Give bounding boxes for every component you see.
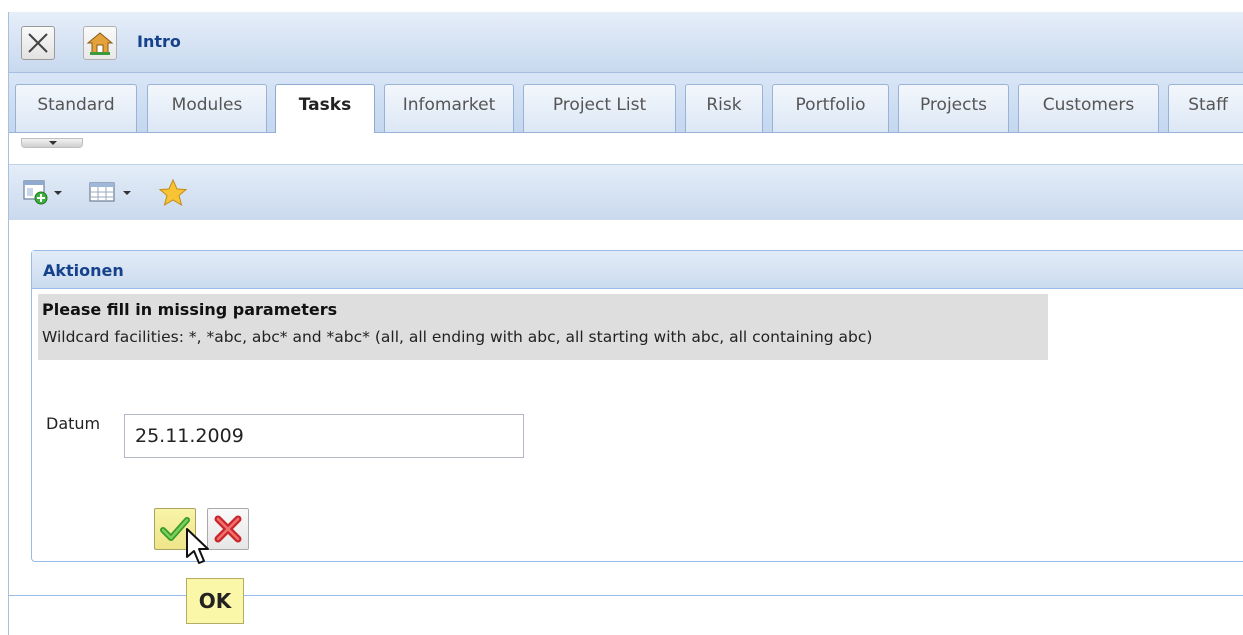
parameters-notice: Please fill in missing parameters Wildca…: [38, 294, 1048, 360]
cancel-x-icon: [214, 515, 242, 543]
mouse-cursor-icon: [186, 528, 209, 564]
panel-header: Aktionen: [32, 251, 1243, 289]
close-icon: [28, 33, 48, 53]
tab-portfolio[interactable]: Portfolio: [772, 84, 889, 132]
home-button[interactable]: [83, 26, 117, 60]
title-bar: Intro: [9, 12, 1243, 73]
tab-staff[interactable]: Staff: [1168, 84, 1243, 132]
favorite-star-icon: [158, 178, 188, 207]
collapse-toggle[interactable]: [21, 138, 83, 148]
tab-infomarket[interactable]: Infomarket: [384, 84, 514, 132]
actions-panel: Aktionen Please fill in missing paramete…: [31, 250, 1243, 562]
add-layout-menu[interactable]: [21, 177, 65, 209]
favorite-button[interactable]: [157, 177, 189, 209]
notice-text: Wildcard facilities: *, *abc, abc* and *…: [42, 328, 873, 346]
date-field-label: Datum: [46, 414, 101, 433]
tab-customers[interactable]: Customers: [1018, 84, 1159, 132]
cancel-button[interactable]: [207, 508, 249, 550]
table-view-menu[interactable]: [87, 177, 135, 209]
tab-project-list[interactable]: Project List: [523, 84, 676, 132]
ok-tooltip: OK: [186, 578, 244, 624]
tab-standard[interactable]: Standard: [15, 84, 137, 132]
table-view-icon: [89, 182, 115, 202]
tab-projects[interactable]: Projects: [898, 84, 1009, 132]
add-layout-icon: [23, 180, 48, 205]
chevron-down-icon: [123, 191, 131, 195]
home-icon: [86, 32, 114, 55]
tab-tasks[interactable]: Tasks: [275, 84, 375, 133]
close-button[interactable]: [21, 26, 55, 60]
panel-title: Aktionen: [43, 261, 124, 280]
window-title: Intro: [137, 32, 181, 51]
chevron-down-icon: [49, 141, 57, 145]
tab-risk[interactable]: Risk: [685, 84, 763, 132]
collapse-strip: [9, 133, 1243, 163]
notice-title: Please fill in missing parameters: [42, 300, 338, 319]
tab-strip: Standard Modules Tasks Infomarket Projec…: [9, 73, 1243, 133]
chevron-down-icon: [54, 191, 62, 195]
date-field[interactable]: [124, 414, 524, 458]
tab-modules[interactable]: Modules: [147, 84, 267, 132]
toolbar: [9, 164, 1243, 221]
